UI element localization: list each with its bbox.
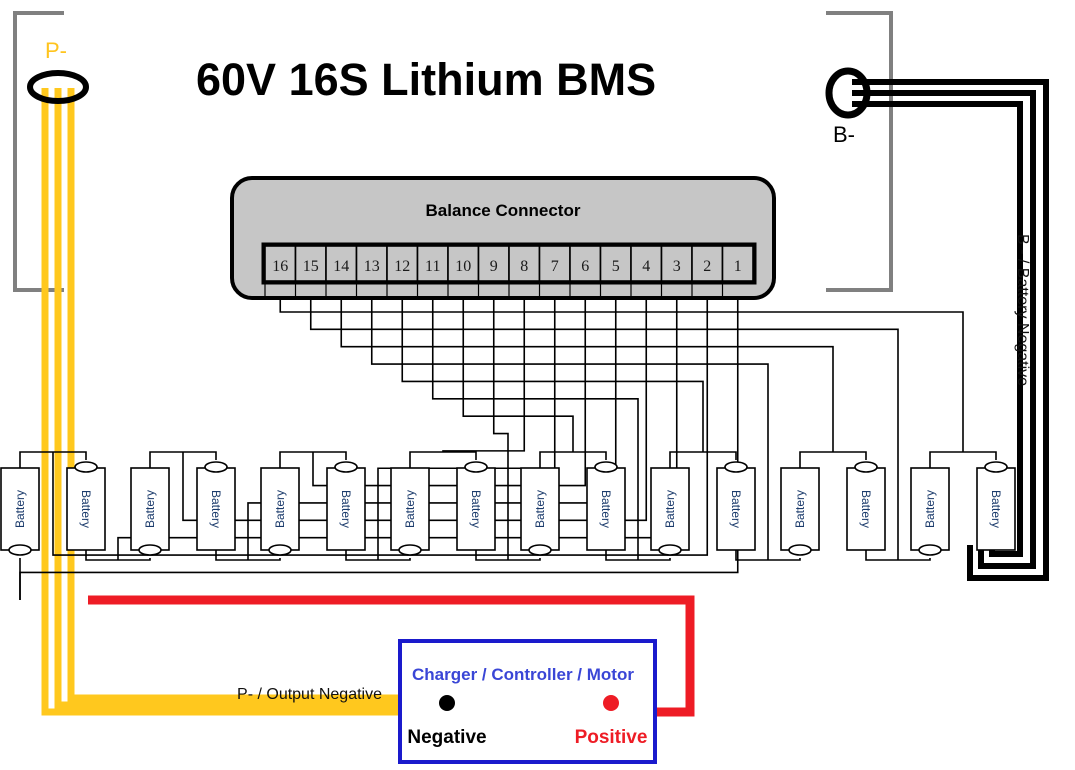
balance-connector[interactable]: Balance Connector 16 15 14 13 12 11 10 9 8 7 6 5 4 3 2… xyxy=(230,176,776,300)
battery-cell: Battery xyxy=(520,467,560,556)
negative-terminal-label: Negative xyxy=(407,727,486,748)
battery-positive-nub xyxy=(854,461,878,473)
battery-label: Battery xyxy=(469,490,483,528)
balance-wire-harness xyxy=(19,300,964,600)
battery-cell: Battery xyxy=(586,461,626,551)
battery-label: Battery xyxy=(923,490,937,528)
load-box-title: Charger / Controller / Motor xyxy=(412,665,634,684)
battery-cell: Battery xyxy=(716,461,756,551)
battery-cell: Battery xyxy=(780,467,820,556)
battery-label: Battery xyxy=(859,490,873,528)
load-box[interactable]: Charger / Controller / Motor Negative Po… xyxy=(398,639,657,764)
battery-cell: Battery xyxy=(66,461,106,551)
battery-positive-nub xyxy=(528,544,552,556)
battery-label: Battery xyxy=(79,490,93,528)
battery-label: Battery xyxy=(143,490,157,528)
pin-number: 2 xyxy=(703,258,711,275)
pin-number: 11 xyxy=(425,258,440,275)
battery-positive-nub xyxy=(918,544,942,556)
balance-wire-8 xyxy=(442,300,526,452)
battery-positive-nub xyxy=(74,461,98,473)
balance-wire-12 xyxy=(401,300,704,452)
battery-label: Battery xyxy=(533,490,547,528)
battery-positive-nub xyxy=(8,544,32,556)
battery-label: Battery xyxy=(403,490,417,528)
pin-number: 5 xyxy=(612,258,620,275)
battery-positive-nub xyxy=(788,544,812,556)
battery-cell: Battery xyxy=(130,467,170,556)
battery-label: Battery xyxy=(599,490,613,528)
battery-positive-nub xyxy=(138,544,162,556)
battery-positive-nub xyxy=(204,461,228,473)
battery-cell: Battery xyxy=(650,467,690,556)
positive-terminal-label: Positive xyxy=(575,727,648,748)
battery-positive-nub xyxy=(594,461,618,473)
battery-positive-nub xyxy=(724,461,748,473)
pin-number: 12 xyxy=(394,258,410,275)
pin-number: 6 xyxy=(581,258,589,275)
pin-number: 1 xyxy=(734,258,742,275)
b-minus-label: B- xyxy=(833,122,855,147)
bms-wiring-diagram: 60V 16S Lithium BMS P- B- B - / Battery … xyxy=(0,11,1049,764)
output-negative-label: P- / Output Negative xyxy=(237,686,382,703)
pin-number: 15 xyxy=(303,258,319,275)
pin-number: 13 xyxy=(364,258,380,275)
battery-cell: Battery xyxy=(390,467,430,556)
battery-cell: Battery xyxy=(260,467,300,556)
pin-number: 10 xyxy=(455,258,471,275)
pin-number: 8 xyxy=(520,258,528,275)
battery-cell: Battery xyxy=(326,461,366,551)
battery-cell: Battery xyxy=(846,461,886,551)
battery-cell: Battery xyxy=(456,461,496,551)
battery-cell: Battery xyxy=(910,467,950,556)
battery-cell: Battery xyxy=(196,461,236,551)
pin-number: 9 xyxy=(490,258,498,275)
battery-cell: Battery xyxy=(0,467,40,556)
battery-positive-nub xyxy=(398,544,422,556)
battery-cell: Battery xyxy=(976,461,1016,551)
battery-positive-nub xyxy=(464,461,488,473)
battery-label: Battery xyxy=(793,490,807,528)
diagram-canvas: 60V 16S Lithium BMS P- B- B - / Battery … xyxy=(0,0,1075,770)
balance-wire-14 xyxy=(340,300,834,452)
battery-label: Battery xyxy=(273,490,287,528)
balance-wire-10 xyxy=(462,300,574,452)
balance-connector-title: Balance Connector xyxy=(426,201,581,220)
battery-label: Battery xyxy=(663,490,677,528)
battery-label: Battery xyxy=(989,490,1003,528)
page-title: 60V 16S Lithium BMS xyxy=(196,54,656,105)
negative-terminal-dot[interactable] xyxy=(439,695,455,711)
battery-label: Battery xyxy=(13,490,27,528)
balance-wire-16 xyxy=(279,300,964,452)
battery-negative-label: B - / Battery Negative xyxy=(1014,234,1031,386)
p-minus-label: P- xyxy=(45,38,67,63)
balance-wire-6 xyxy=(312,300,587,487)
battery-label: Battery xyxy=(729,490,743,528)
pin-number: 16 xyxy=(272,258,288,275)
battery-label: Battery xyxy=(339,490,353,528)
pin-number: 3 xyxy=(673,258,681,275)
pin-number: 4 xyxy=(642,258,650,275)
battery-label: Battery xyxy=(209,490,223,528)
battery-positive-nub xyxy=(334,461,358,473)
battery-positive-nub xyxy=(268,544,292,556)
battery-positive-nub xyxy=(984,461,1008,473)
positive-terminal-dot[interactable] xyxy=(603,695,619,711)
pin-number: 7 xyxy=(551,258,559,275)
pin-number: 14 xyxy=(333,258,349,275)
battery-positive-nub xyxy=(658,544,682,556)
